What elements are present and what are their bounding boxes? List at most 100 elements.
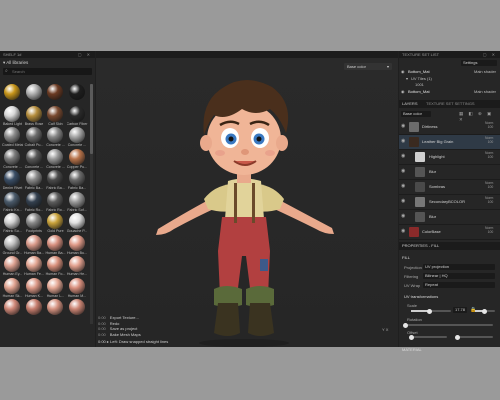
fill-section-header[interactable]: FILL: [402, 255, 410, 260]
layer-row[interactable]: ◉ Leather Big Grain Norm 100: [399, 135, 500, 150]
material-thumbnail[interactable]: Calf Skin: [45, 105, 66, 128]
layer-blend-opacity[interactable]: Norm 100: [485, 181, 493, 189]
material-thumbnail[interactable]: [67, 299, 88, 321]
material-thumbnail[interactable]: [24, 84, 45, 106]
slider-knob[interactable]: [482, 308, 487, 314]
material-thumbnail[interactable]: Human M...: [67, 277, 88, 300]
slider-knob[interactable]: [409, 334, 414, 340]
material-thumbnail[interactable]: Human Bu...: [67, 234, 88, 257]
material-section-header[interactable]: MATERIAL: [402, 347, 422, 352]
eye-icon[interactable]: ◉: [401, 229, 406, 234]
layer-blend-opacity[interactable]: Norm 100: [485, 226, 493, 234]
material-thumbnail[interactable]: Fabric Sof...: [67, 191, 88, 214]
material-thumbnail[interactable]: Gold Pure: [45, 213, 66, 235]
offset-slider-u[interactable]: [409, 334, 447, 340]
material-thumbnail[interactable]: Concrete ...: [67, 127, 88, 149]
material-thumbnail[interactable]: [45, 84, 66, 106]
material-thumbnail[interactable]: [2, 299, 23, 321]
layer-row[interactable]: ◉ Blur: [399, 210, 500, 225]
channel-select[interactable]: Base color: [401, 111, 431, 117]
scale-slider-2[interactable]: [475, 308, 495, 314]
layer-row[interactable]: ◉ Highlight Norm 100: [399, 150, 500, 165]
material-thumbnail[interactable]: Fabric Su...: [2, 213, 23, 235]
eye-icon[interactable]: ◉: [401, 139, 406, 144]
material-thumbnail[interactable]: Fabric Ro...: [24, 191, 45, 214]
scale-slider[interactable]: [411, 308, 451, 314]
panel-options-icon[interactable]: ▢ ✕: [483, 51, 497, 58]
material-thumbnail[interactable]: Brass Rose: [24, 105, 45, 128]
material-thumbnail[interactable]: Human K...: [24, 277, 45, 300]
filtering-select[interactable]: Bilinear | HQ: [423, 273, 495, 279]
slider-knob[interactable]: [455, 334, 460, 340]
layer-row[interactable]: ◉ ColorBase Norm 100: [399, 225, 500, 240]
material-thumbnail[interactable]: Footprints: [24, 213, 45, 235]
layer-blend-opacity[interactable]: Norm 100: [485, 196, 493, 204]
material-thumbnail[interactable]: Human Ba...: [45, 234, 66, 257]
material-thumbnail[interactable]: Human Ba...: [24, 234, 45, 257]
material-thumbnail[interactable]: [24, 299, 45, 321]
uv-transform-header[interactable]: UV transformations: [404, 294, 438, 299]
material-thumbnail[interactable]: Fabric Kn...: [2, 191, 23, 214]
slider-knob[interactable]: [427, 308, 432, 314]
material-thumbnail[interactable]: Fabric Ro...: [45, 191, 66, 214]
rotation-slider[interactable]: [403, 322, 493, 328]
eye-icon[interactable]: ◉: [401, 89, 405, 95]
offset-slider-v[interactable]: [455, 334, 493, 340]
material-thumbnail[interactable]: Concrete ...: [45, 127, 66, 149]
material-thumbnail[interactable]: Concrete ...: [24, 148, 45, 171]
layer-row[interactable]: ◉ Sombras Norm 100: [399, 180, 500, 195]
eye-icon[interactable]: ◉: [401, 214, 406, 219]
layer-blend-opacity[interactable]: Norm 100: [485, 136, 493, 144]
eye-icon[interactable]: ◉: [401, 169, 406, 174]
tab-layers[interactable]: LAYERS: [402, 101, 418, 106]
material-thumbnail[interactable]: Human Fo...: [45, 256, 66, 278]
material-thumbnail[interactable]: Denim Rivet: [2, 170, 23, 192]
layer-blend-opacity[interactable]: Norm 100: [485, 121, 493, 129]
material-thumbnail[interactable]: Coated Metal: [2, 127, 23, 149]
scroll-thumb[interactable]: [90, 84, 93, 154]
panel-options-icon[interactable]: ▢ ✕: [78, 51, 92, 58]
material-thumbnail[interactable]: Baked Light: [2, 105, 23, 128]
material-thumbnail[interactable]: Copper Pu...: [67, 148, 88, 171]
settings-dropdown[interactable]: Settings: [461, 60, 497, 66]
material-thumbnail[interactable]: Human Fe...: [24, 256, 45, 278]
uv-tile-row[interactable]: 1001: [399, 82, 500, 88]
material-thumbnail[interactable]: Human Ey...: [2, 256, 23, 278]
material-thumbnail[interactable]: [2, 84, 23, 106]
layer-row[interactable]: ◉ SecondaryBCOLOR Norm 100: [399, 195, 500, 210]
character-model[interactable]: [96, 51, 398, 347]
eye-icon[interactable]: ◉: [401, 184, 406, 189]
material-thumbnail[interactable]: Carbon Fiber: [67, 105, 88, 128]
library-header[interactable]: ▾ All libraries: [0, 58, 95, 68]
material-thumbnail[interactable]: Human L...: [45, 277, 66, 300]
layer-blend-opacity[interactable]: Norm 100: [485, 151, 493, 159]
material-thumbnail[interactable]: Concrete ...: [45, 148, 66, 171]
search-box[interactable]: ⌕: [3, 68, 92, 75]
material-thumbnail[interactable]: Fabric Ba...: [24, 170, 45, 192]
shelf-scrollbar[interactable]: [90, 84, 93, 324]
scale-input[interactable]: 17.78: [453, 307, 467, 313]
3d-viewport[interactable]: Base color ▾ 0:00 Export Texture... 0:00…: [96, 51, 398, 347]
eye-icon[interactable]: ◉: [401, 199, 406, 204]
material-thumbnail[interactable]: [67, 84, 88, 106]
material-thumbnail[interactable]: Fabric Ba...: [45, 170, 66, 192]
tab-texture-set-settings[interactable]: TEXTURE SET SETTINGS: [426, 100, 475, 108]
uvwrap-select[interactable]: Repeat: [423, 282, 495, 288]
layer-row[interactable]: ◉ Blur: [399, 165, 500, 180]
material-thumbnail[interactable]: Human He...: [67, 256, 88, 278]
eye-icon[interactable]: ◉: [401, 69, 405, 75]
material-thumbnail[interactable]: Concrete ...: [2, 148, 23, 171]
material-thumbnail[interactable]: Ground Gr...: [2, 234, 23, 257]
material-thumbnail[interactable]: [45, 299, 66, 321]
eye-icon[interactable]: ◉: [401, 154, 406, 159]
material-thumbnail[interactable]: Gouache P...: [67, 213, 88, 235]
material-thumbnail[interactable]: Fabric Ba...: [67, 170, 88, 192]
material-thumbnail[interactable]: Cobalt Pu...: [24, 127, 45, 149]
texture-set-item-1[interactable]: ◉ Bottom_Mat Main shader: [399, 69, 500, 75]
projection-select[interactable]: UV projection: [423, 264, 495, 270]
material-thumbnail[interactable]: Human Sk...: [2, 277, 23, 300]
slider-knob[interactable]: [403, 322, 408, 328]
search-input[interactable]: [12, 68, 82, 75]
layer-row[interactable]: ◉ Dirtiness Norm 100: [399, 120, 500, 135]
eye-icon[interactable]: ◉: [401, 124, 406, 129]
